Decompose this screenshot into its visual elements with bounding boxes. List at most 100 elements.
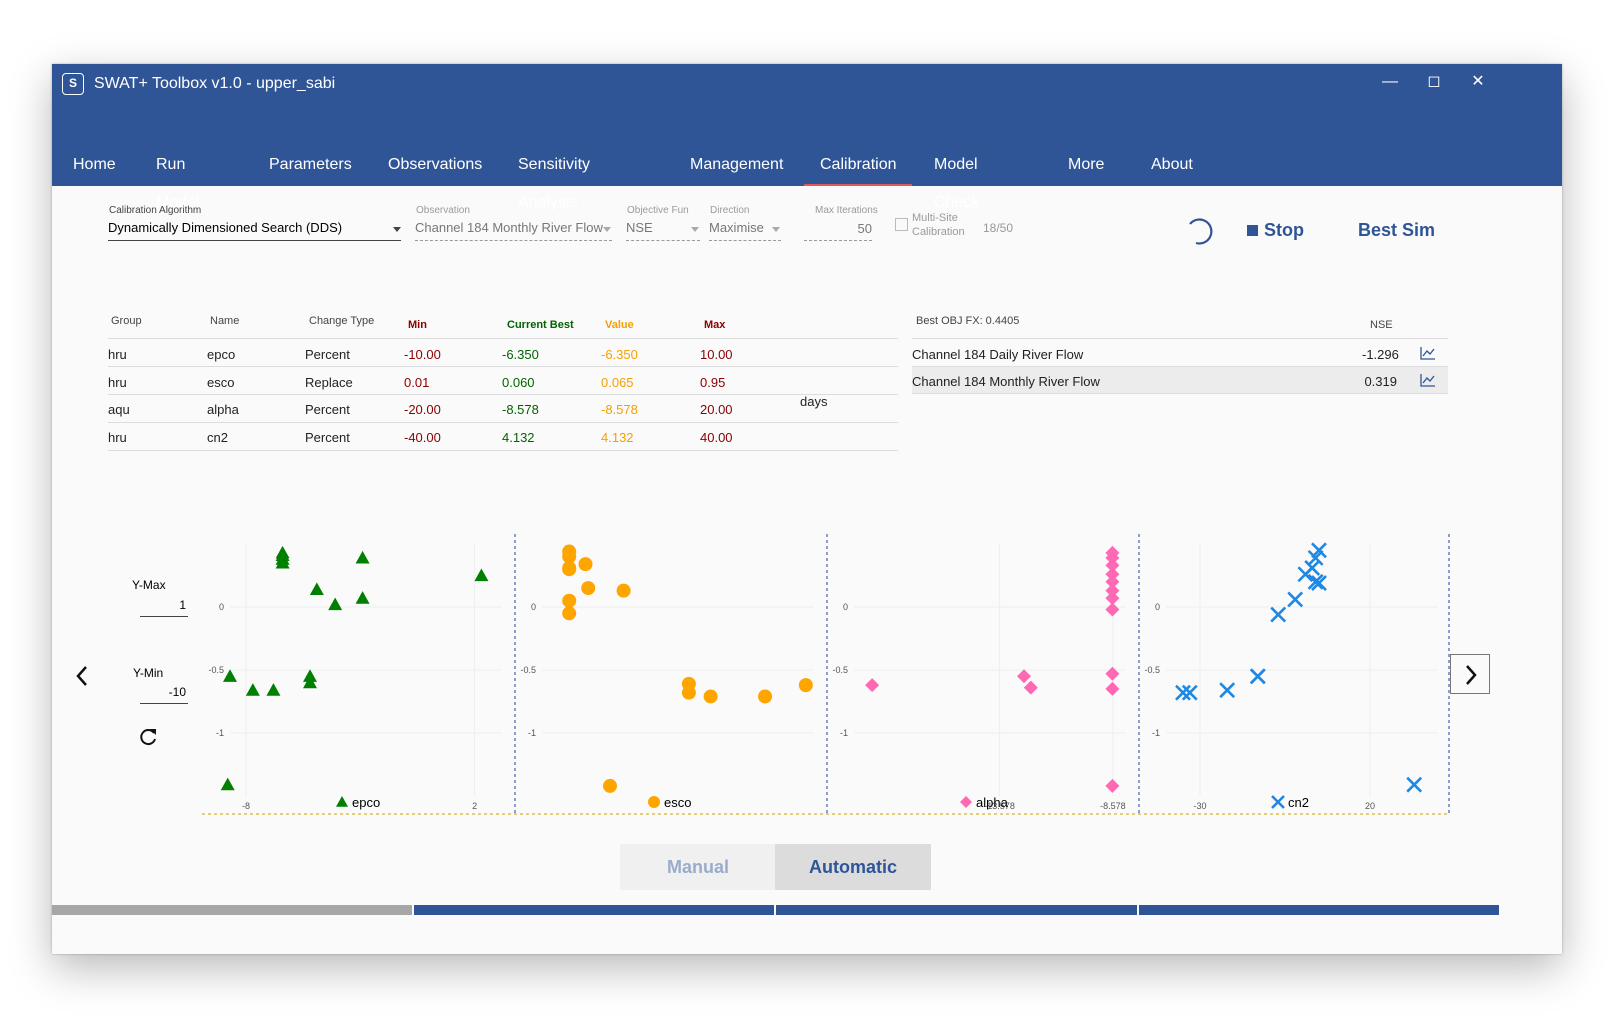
refresh-icon[interactable] [139, 727, 159, 747]
obj-name: Channel 184 Daily River Flow [912, 347, 1084, 362]
multisite-checkbox[interactable] [895, 218, 908, 231]
ymax-underline [140, 616, 188, 617]
data-point [798, 678, 813, 693]
col-group: Group [111, 315, 142, 327]
cell-name: alpha [207, 402, 239, 417]
cell-group: hru [108, 430, 127, 445]
direction-select[interactable]: Maximise [709, 220, 764, 235]
table-divider [108, 422, 898, 423]
cell-name: epco [207, 347, 236, 362]
maximize-icon[interactable]: ◻ [1414, 68, 1454, 96]
stop-button[interactable]: Stop [1264, 220, 1304, 241]
algorithm-label: Calibration Algorithm [109, 205, 202, 216]
x-tick-label: -30 [1193, 801, 1206, 811]
next-page-button[interactable] [1450, 654, 1490, 694]
progress-count: 18/50 [983, 221, 1014, 235]
algorithm-select[interactable]: Dynamically Dimensioned Search (DDS) [108, 220, 342, 235]
tab-observations[interactable]: Observations [388, 146, 482, 186]
legend-label: cn2 [1288, 795, 1309, 810]
objfun-select[interactable]: NSE [626, 220, 653, 235]
chart-panel-cn2: 0 -0.5 -1 -30 20 cn2 [1138, 534, 1450, 816]
cell-value: 0.065 [601, 375, 634, 390]
line-chart-icon[interactable] [1420, 346, 1436, 360]
swat-logo-icon: S [62, 73, 84, 95]
col-min: Min [408, 319, 427, 331]
tab-parameters[interactable]: Parameters [269, 146, 352, 186]
stop-square-icon [1247, 225, 1258, 236]
tab-sensitivity-analysis[interactable]: Sensitivity Analysis [518, 146, 590, 211]
automatic-mode-button[interactable]: Automatic [775, 844, 931, 890]
progress-segment [414, 905, 774, 915]
data-point [1270, 606, 1287, 623]
cell-change-type: Percent [305, 347, 350, 362]
progress-segment [1139, 905, 1499, 915]
legend-marker [648, 796, 660, 808]
y-tick-label: -0.5 [1144, 665, 1160, 675]
data-point [1181, 684, 1198, 701]
chevron-down-icon[interactable] [393, 227, 401, 232]
y-tick-label: 0 [843, 602, 848, 612]
cell-max: 40.00 [700, 430, 733, 445]
line-chart-icon[interactable] [1420, 373, 1436, 387]
progress-segment [52, 905, 412, 915]
table-divider [108, 394, 898, 395]
ymin-underline [140, 703, 188, 704]
direction-label: Direction [710, 205, 750, 216]
x-tick-label: 20 [1365, 801, 1375, 811]
tab-more[interactable]: More [1068, 146, 1104, 186]
data-point [581, 581, 596, 596]
chevron-down-icon[interactable] [691, 227, 699, 232]
multisite-label-2: Calibration [912, 226, 965, 238]
table-row[interactable]: Channel 184 Daily River Flow -1.296 [912, 339, 1448, 367]
tab-about[interactable]: About [1151, 146, 1193, 186]
legend-marker [336, 796, 348, 807]
tab-home[interactable]: Home [73, 146, 116, 186]
data-point [1287, 591, 1304, 608]
tab-model-check[interactable]: Model Check [934, 146, 979, 211]
ymax-label: Y-Max [132, 578, 166, 592]
cell-current-best: 0.060 [502, 375, 535, 390]
table-row[interactable]: Channel 184 Monthly River Flow 0.319 [912, 367, 1448, 393]
cell-change-type: Percent [305, 402, 350, 417]
data-point [303, 675, 317, 689]
obj-value: -1.296 [1362, 347, 1399, 362]
tab-management[interactable]: Management [690, 146, 783, 186]
ymin-label: Y-Min [133, 666, 164, 680]
minimize-icon[interactable]: — [1370, 68, 1410, 96]
data-point [758, 689, 773, 704]
ymax-input[interactable]: 1 [140, 598, 186, 612]
data-point [603, 778, 617, 793]
chevron-down-icon[interactable] [603, 227, 611, 232]
chevron-right-icon [1466, 665, 1477, 685]
close-icon[interactable]: ✕ [1458, 68, 1498, 96]
window-title: SWAT+ Toolbox v1.0 - upper_sabi [94, 75, 336, 92]
data-point [865, 678, 880, 693]
best-sim-button[interactable]: Best Sim [1358, 220, 1435, 241]
chevron-down-icon[interactable] [772, 227, 780, 232]
legend-marker [1271, 795, 1285, 809]
table-divider [108, 450, 898, 451]
observation-select[interactable]: Channel 184 Monthly River Flow [415, 220, 603, 235]
col-max: Max [704, 319, 726, 331]
data-point [578, 557, 593, 572]
legend-label: epco [352, 795, 380, 810]
legend-label: esco [664, 795, 691, 810]
y-tick-label: -1 [1152, 728, 1160, 738]
chart-panel-epco: 0 -0.5 -1 -8 2 epco [202, 534, 514, 816]
cell-unit: days [800, 394, 828, 409]
data-point [703, 689, 718, 704]
cell-current-best: -8.578 [502, 402, 539, 417]
tab-run-model[interactable]: Run Model [156, 146, 200, 211]
manual-mode-button[interactable]: Manual [620, 844, 776, 890]
maxiter-input[interactable]: 50 [804, 221, 872, 236]
tab-calibration[interactable]: Calibration [804, 146, 913, 186]
y-tick-label: 0 [1155, 602, 1160, 612]
chevron-left-icon[interactable] [74, 664, 90, 688]
title-bar: S SWAT+ Toolbox v1.0 - upper_sabi — ◻ ✕ … [52, 64, 1562, 211]
ymin-input[interactable]: -10 [140, 685, 186, 699]
cell-min: -10.00 [404, 347, 441, 362]
cell-group: aqu [108, 402, 130, 417]
table-divider [912, 393, 1448, 394]
data-point [562, 560, 577, 575]
y-tick-label: -1 [216, 728, 224, 738]
